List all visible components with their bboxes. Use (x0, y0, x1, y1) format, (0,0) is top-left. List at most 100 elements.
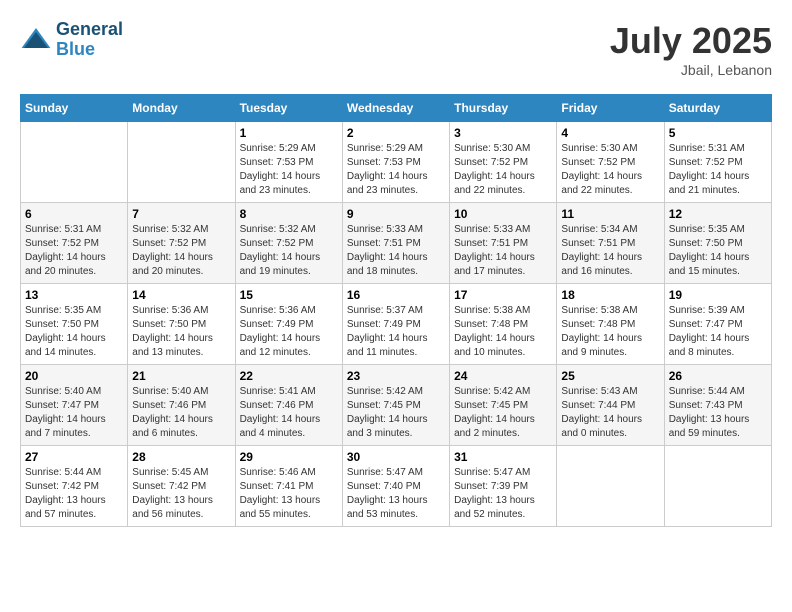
calendar-week-row: 20 Sunrise: 5:40 AMSunset: 7:47 PMDayligh… (21, 365, 772, 446)
day-info: Sunrise: 5:35 AMSunset: 7:50 PMDaylight:… (25, 304, 123, 360)
day-number: 13 (25, 288, 123, 302)
calendar-header-row: SundayMondayTuesdayWednesdayThursdayFrid… (21, 95, 772, 122)
calendar-cell: 9 Sunrise: 5:33 AMSunset: 7:51 PMDaylight… (342, 203, 449, 284)
logo-blue: Blue (56, 40, 123, 60)
day-number: 24 (454, 369, 552, 383)
calendar-cell: 5 Sunrise: 5:31 AMSunset: 7:52 PMDaylight… (664, 122, 771, 203)
calendar-cell: 25 Sunrise: 5:43 AMSunset: 7:44 PMDayligh… (557, 365, 664, 446)
day-info: Sunrise: 5:38 AMSunset: 7:48 PMDaylight:… (454, 304, 552, 360)
day-number: 11 (561, 207, 659, 221)
calendar-cell: 13 Sunrise: 5:35 AMSunset: 7:50 PMDayligh… (21, 284, 128, 365)
day-number: 6 (25, 207, 123, 221)
day-number: 4 (561, 126, 659, 140)
calendar-cell: 3 Sunrise: 5:30 AMSunset: 7:52 PMDaylight… (450, 122, 557, 203)
month-year: July 2025 (610, 20, 772, 62)
calendar-cell: 10 Sunrise: 5:33 AMSunset: 7:51 PMDayligh… (450, 203, 557, 284)
calendar-cell: 14 Sunrise: 5:36 AMSunset: 7:50 PMDayligh… (128, 284, 235, 365)
calendar-week-row: 1 Sunrise: 5:29 AMSunset: 7:53 PMDaylight… (21, 122, 772, 203)
day-number: 10 (454, 207, 552, 221)
day-info: Sunrise: 5:39 AMSunset: 7:47 PMDaylight:… (669, 304, 767, 360)
day-info: Sunrise: 5:29 AMSunset: 7:53 PMDaylight:… (347, 142, 445, 198)
day-info: Sunrise: 5:46 AMSunset: 7:41 PMDaylight:… (240, 466, 338, 522)
calendar-cell: 11 Sunrise: 5:34 AMSunset: 7:51 PMDayligh… (557, 203, 664, 284)
weekday-header: Sunday (21, 95, 128, 122)
day-number: 12 (669, 207, 767, 221)
day-number: 16 (347, 288, 445, 302)
calendar-cell: 19 Sunrise: 5:39 AMSunset: 7:47 PMDayligh… (664, 284, 771, 365)
day-number: 7 (132, 207, 230, 221)
calendar-cell: 8 Sunrise: 5:32 AMSunset: 7:52 PMDaylight… (235, 203, 342, 284)
day-number: 19 (669, 288, 767, 302)
day-number: 3 (454, 126, 552, 140)
day-info: Sunrise: 5:33 AMSunset: 7:51 PMDaylight:… (347, 223, 445, 279)
day-number: 14 (132, 288, 230, 302)
weekday-header: Saturday (664, 95, 771, 122)
logo-icon (20, 24, 52, 56)
day-number: 27 (25, 450, 123, 464)
day-info: Sunrise: 5:32 AMSunset: 7:52 PMDaylight:… (240, 223, 338, 279)
day-number: 28 (132, 450, 230, 464)
logo-text: General Blue (56, 20, 123, 60)
day-number: 22 (240, 369, 338, 383)
calendar-cell: 6 Sunrise: 5:31 AMSunset: 7:52 PMDaylight… (21, 203, 128, 284)
page-header: General Blue July 2025 Jbail, Lebanon (20, 20, 772, 78)
day-info: Sunrise: 5:32 AMSunset: 7:52 PMDaylight:… (132, 223, 230, 279)
day-number: 5 (669, 126, 767, 140)
day-number: 21 (132, 369, 230, 383)
day-info: Sunrise: 5:45 AMSunset: 7:42 PMDaylight:… (132, 466, 230, 522)
calendar-cell: 15Sunrise: 5:36 AMSunset: 7:49 PMDayligh… (235, 284, 342, 365)
calendar-cell: 21 Sunrise: 5:40 AMSunset: 7:46 PMDayligh… (128, 365, 235, 446)
location: Jbail, Lebanon (610, 62, 772, 78)
calendar-cell: 1Sunrise: 5:29 AMSunset: 7:53 PMDaylight… (235, 122, 342, 203)
calendar-cell: 17 Sunrise: 5:38 AMSunset: 7:48 PMDayligh… (450, 284, 557, 365)
day-number: 1 (240, 126, 338, 140)
day-info: Sunrise: 5:30 AMSunset: 7:52 PMDaylight:… (454, 142, 552, 198)
day-number: 20 (25, 369, 123, 383)
day-number: 2 (347, 126, 445, 140)
day-info: Sunrise: 5:37 AMSunset: 7:49 PMDaylight:… (347, 304, 445, 360)
day-number: 29 (240, 450, 338, 464)
day-number: 31 (454, 450, 552, 464)
weekday-header: Wednesday (342, 95, 449, 122)
day-info: Sunrise: 5:40 AMSunset: 7:47 PMDaylight:… (25, 385, 123, 441)
day-info: Sunrise: 5:31 AMSunset: 7:52 PMDaylight:… (669, 142, 767, 198)
day-info: Sunrise: 5:30 AMSunset: 7:52 PMDaylight:… (561, 142, 659, 198)
calendar-week-row: 13 Sunrise: 5:35 AMSunset: 7:50 PMDayligh… (21, 284, 772, 365)
day-number: 25 (561, 369, 659, 383)
day-info: Sunrise: 5:38 AMSunset: 7:48 PMDaylight:… (561, 304, 659, 360)
calendar-cell (557, 446, 664, 527)
calendar-cell: 18Sunrise: 5:38 AMSunset: 7:48 PMDayligh… (557, 284, 664, 365)
day-info: Sunrise: 5:40 AMSunset: 7:46 PMDaylight:… (132, 385, 230, 441)
calendar-cell: 23Sunrise: 5:42 AMSunset: 7:45 PMDayligh… (342, 365, 449, 446)
calendar-cell: 20 Sunrise: 5:40 AMSunset: 7:47 PMDayligh… (21, 365, 128, 446)
day-info: Sunrise: 5:42 AMSunset: 7:45 PMDaylight:… (454, 385, 552, 441)
calendar-cell: 28 Sunrise: 5:45 AMSunset: 7:42 PMDayligh… (128, 446, 235, 527)
calendar-cell: 24 Sunrise: 5:42 AMSunset: 7:45 PMDayligh… (450, 365, 557, 446)
calendar-cell (664, 446, 771, 527)
calendar-cell: 31 Sunrise: 5:47 AMSunset: 7:39 PMDayligh… (450, 446, 557, 527)
day-info: Sunrise: 5:31 AMSunset: 7:52 PMDaylight:… (25, 223, 123, 279)
day-info: Sunrise: 5:34 AMSunset: 7:51 PMDaylight:… (561, 223, 659, 279)
day-info: Sunrise: 5:43 AMSunset: 7:44 PMDaylight:… (561, 385, 659, 441)
day-number: 17 (454, 288, 552, 302)
day-info: Sunrise: 5:36 AMSunset: 7:49 PMDaylight:… (240, 304, 338, 360)
calendar-cell: 16 Sunrise: 5:37 AMSunset: 7:49 PMDayligh… (342, 284, 449, 365)
title-block: July 2025 Jbail, Lebanon (610, 20, 772, 78)
day-info: Sunrise: 5:33 AMSunset: 7:51 PMDaylight:… (454, 223, 552, 279)
logo-general: General (56, 20, 123, 40)
calendar-cell: 7 Sunrise: 5:32 AMSunset: 7:52 PMDaylight… (128, 203, 235, 284)
calendar-cell: 22 Sunrise: 5:41 AMSunset: 7:46 PMDayligh… (235, 365, 342, 446)
calendar-week-row: 6 Sunrise: 5:31 AMSunset: 7:52 PMDaylight… (21, 203, 772, 284)
calendar-cell: 2 Sunrise: 5:29 AMSunset: 7:53 PMDaylight… (342, 122, 449, 203)
day-number: 8 (240, 207, 338, 221)
calendar-cell: 29 Sunrise: 5:46 AMSunset: 7:41 PMDayligh… (235, 446, 342, 527)
day-info: Sunrise: 5:44 AMSunset: 7:43 PMDaylight:… (669, 385, 767, 441)
calendar-cell: 12Sunrise: 5:35 AMSunset: 7:50 PMDayligh… (664, 203, 771, 284)
calendar-cell: 30Sunrise: 5:47 AMSunset: 7:40 PMDayligh… (342, 446, 449, 527)
calendar-cell: 4 Sunrise: 5:30 AMSunset: 7:52 PMDaylight… (557, 122, 664, 203)
calendar-week-row: 27Sunrise: 5:44 AMSunset: 7:42 PMDayligh… (21, 446, 772, 527)
day-number: 9 (347, 207, 445, 221)
day-info: Sunrise: 5:36 AMSunset: 7:50 PMDaylight:… (132, 304, 230, 360)
day-info: Sunrise: 5:41 AMSunset: 7:46 PMDaylight:… (240, 385, 338, 441)
day-info: Sunrise: 5:47 AMSunset: 7:39 PMDaylight:… (454, 466, 552, 522)
